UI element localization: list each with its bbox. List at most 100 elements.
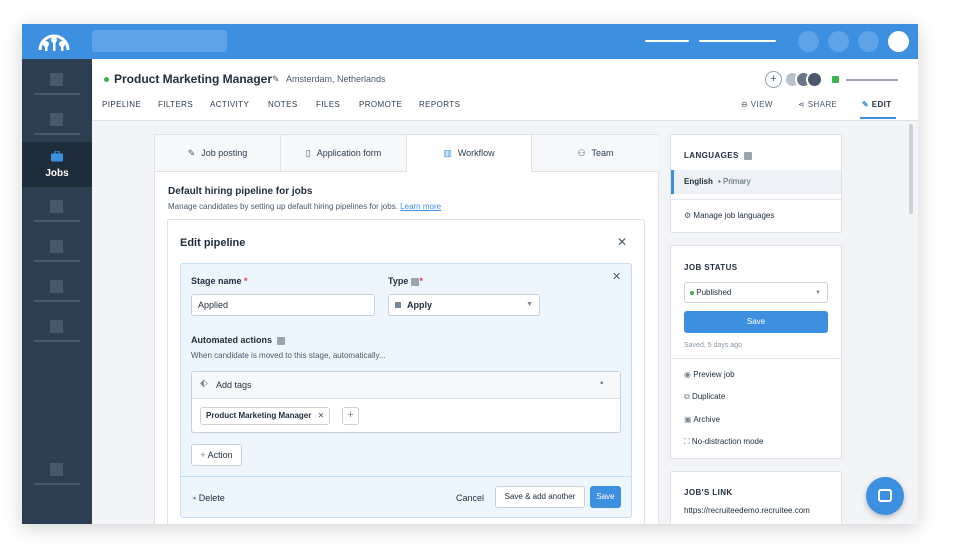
active-tab-indicator: [860, 117, 896, 119]
pencil-icon: ✎: [187, 148, 196, 158]
add-tags-label: Add tags: [216, 380, 252, 390]
share-button[interactable]: ⋖ SHARE: [798, 100, 837, 109]
tab-label: Team: [591, 148, 614, 158]
job-location: Amsterdam, Netherlands: [286, 74, 386, 84]
share-label: SHARE: [807, 100, 838, 109]
heading-text: LANGUAGES: [684, 151, 739, 160]
tab-notes[interactable]: NOTES: [268, 100, 298, 109]
pencil-icon: ✎: [862, 100, 870, 109]
link-label: Archive: [693, 415, 721, 424]
user-avatar[interactable]: [888, 31, 909, 52]
job-link-heading: JOB'S LINK: [684, 488, 733, 497]
info-icon[interactable]: [743, 151, 752, 160]
add-member-button[interactable]: +: [765, 71, 782, 88]
save-add-button[interactable]: Save & add another: [495, 486, 585, 508]
logo-icon[interactable]: [36, 30, 72, 52]
stage-name-input[interactable]: Applied: [191, 294, 375, 316]
type-icon: [395, 302, 401, 308]
duplicate-link[interactable]: ⧉ Duplicate: [684, 392, 725, 402]
chat-button[interactable]: [866, 477, 904, 515]
scrollbar[interactable]: [909, 124, 913, 214]
sidebar-item-6[interactable]: [22, 314, 92, 354]
stage-name-label: Stage name *: [191, 276, 248, 286]
trash-icon[interactable]: ▪: [600, 378, 604, 389]
top-circle-1[interactable]: [798, 31, 819, 52]
job-link-url[interactable]: https://recruiteedemo.recruitee.com: [684, 506, 810, 515]
tab-team[interactable]: ⚇ Team: [532, 135, 659, 172]
save-button[interactable]: Save: [590, 486, 621, 508]
team-icon: ⚇: [577, 148, 586, 158]
tab-label: Workflow: [457, 148, 495, 158]
app-window: Jobs Product Marketing Manager ✎ Amsterd…: [22, 24, 918, 524]
link-label: No-distraction mode: [691, 437, 764, 446]
learn-more-link[interactable]: Learn more: [400, 202, 441, 211]
languages-heading: LANGUAGES: [684, 151, 752, 160]
tab-application-form[interactable]: ▯ Application form: [281, 135, 407, 172]
header-menu-line[interactable]: [846, 79, 898, 81]
sidebar-item-1[interactable]: [22, 67, 92, 107]
eye-icon: ◉: [684, 370, 691, 379]
add-action-button[interactable]: + Action: [191, 444, 242, 466]
tab-pipeline[interactable]: PIPELINE: [102, 100, 141, 109]
no-distraction-link[interactable]: ⛶ No-distraction mode: [684, 437, 763, 447]
info-icon[interactable]: [277, 336, 286, 345]
cancel-button[interactable]: Cancel: [456, 493, 484, 503]
tab-label: Application form: [316, 148, 382, 158]
tab-workflow[interactable]: ▥ Workflow: [407, 135, 532, 172]
avatar[interactable]: [806, 71, 823, 88]
tab-job-posting[interactable]: ✎ Job posting: [155, 135, 281, 172]
edit-button[interactable]: ✎ EDIT: [862, 100, 892, 109]
tab-activity[interactable]: ACTIVITY: [210, 100, 249, 109]
chevron-down-icon: ▼: [815, 290, 821, 296]
delete-button[interactable]: ▪ Delete: [193, 493, 225, 503]
pipeline-title: Default hiring pipeline for jobs: [168, 186, 313, 197]
language-item-english[interactable]: English • Primary: [671, 170, 841, 194]
tab-filters[interactable]: FILTERS: [158, 100, 193, 109]
job-header: Product Marketing Manager ✎ Amsterdam, N…: [92, 59, 918, 121]
tag-label: Product Marketing Manager: [206, 411, 312, 420]
saved-timestamp: Saved, 5 days ago: [684, 342, 742, 349]
clipboard-icon: ▯: [305, 148, 311, 158]
close-icon[interactable]: ✕: [617, 235, 627, 249]
tab-files[interactable]: FILES: [316, 100, 340, 109]
add-tag-button[interactable]: +: [342, 407, 359, 425]
label-text: Automated actions: [191, 335, 273, 345]
pencil-icon[interactable]: ✎: [272, 74, 280, 85]
close-icon[interactable]: ✕: [612, 270, 621, 283]
search-bar[interactable]: [92, 30, 227, 52]
top-circle-2[interactable]: [828, 31, 849, 52]
archive-link[interactable]: ▣ Archive: [684, 415, 720, 424]
top-circle-3[interactable]: [858, 31, 879, 52]
manage-languages-link[interactable]: ⚙ Manage job languages: [684, 211, 774, 220]
tab-promote[interactable]: PROMOTE: [359, 100, 402, 109]
sidebar-item-2[interactable]: [22, 107, 92, 147]
top-nav-link-1[interactable]: [645, 40, 689, 42]
job-title: Product Marketing Manager: [114, 72, 273, 86]
close-icon[interactable]: ✕: [318, 411, 325, 420]
divider: [671, 199, 841, 200]
sidebar-item-3[interactable]: [22, 194, 92, 234]
top-bar: [22, 24, 918, 59]
copy-icon: ⧉: [684, 392, 690, 401]
sidebar-item-label: Jobs: [45, 168, 69, 179]
status-save-button[interactable]: Save: [684, 311, 828, 333]
plus-icon: +: [200, 450, 206, 460]
briefcase-icon: [51, 151, 63, 162]
view-button[interactable]: ⊖ VIEW: [741, 100, 773, 109]
tab-reports[interactable]: REPORTS: [419, 100, 460, 109]
sidebar-item-4[interactable]: [22, 234, 92, 274]
top-nav-link-2[interactable]: [699, 40, 776, 42]
stage-editor: ✕ Stage name * Applied Type * Apply ▼ Aut…: [180, 263, 632, 518]
type-select[interactable]: Apply ▼: [388, 294, 540, 316]
add-tags-action: ⬖ Add tags ▪ Product Marketing Manager ✕…: [191, 371, 621, 433]
sidebar-item-7[interactable]: [22, 457, 92, 497]
sidebar-item-5[interactable]: [22, 274, 92, 314]
status-select[interactable]: Published ▼: [684, 282, 828, 303]
divider: [181, 476, 631, 477]
preview-job-link[interactable]: ◉ Preview job: [684, 370, 735, 379]
label-text: Stage name: [191, 276, 242, 286]
sidebar-item-jobs[interactable]: Jobs: [22, 142, 92, 187]
status-value: Published: [696, 288, 732, 297]
edit-label: EDIT: [871, 100, 892, 109]
edit-pipeline-panel: Edit pipeline ✕ ✕ Stage name * Applied T…: [167, 219, 645, 524]
